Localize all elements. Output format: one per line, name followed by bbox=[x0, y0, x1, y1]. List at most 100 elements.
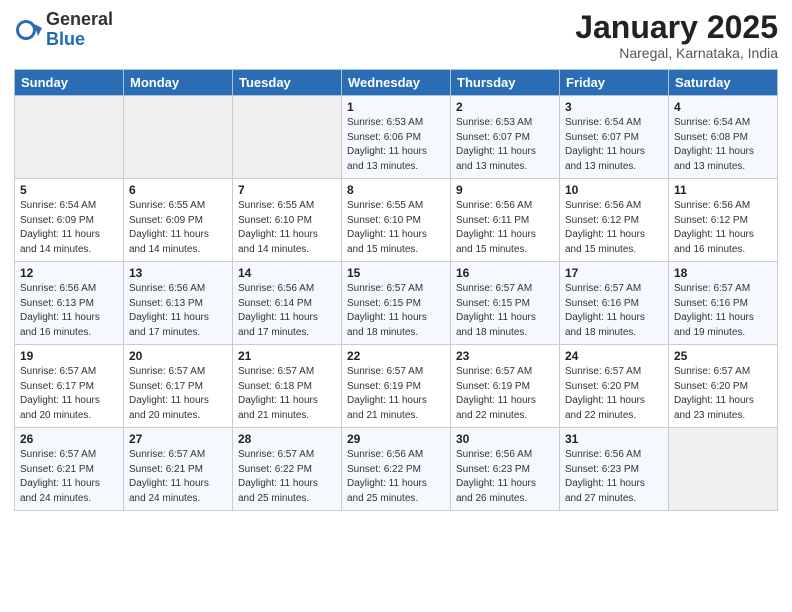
day-number: 11 bbox=[674, 183, 772, 197]
day-info: Sunrise: 6:57 AMSunset: 6:17 PMDaylight:… bbox=[129, 365, 227, 423]
day-info: Sunrise: 6:57 AMSunset: 6:18 PMDaylight:… bbox=[238, 365, 336, 423]
day-info: Sunrise: 6:55 AMSunset: 6:10 PMDaylight:… bbox=[347, 199, 445, 257]
calendar-cell: 16 Sunrise: 6:57 AMSunset: 6:15 PMDayligh… bbox=[451, 262, 560, 345]
calendar-cell: 10Sunrise: 6:56 AMSunset: 6:12 PMDayligh… bbox=[560, 179, 669, 262]
col-sunday: Sunday bbox=[15, 70, 124, 96]
day-number: 9 bbox=[456, 183, 554, 197]
day-number: 18 bbox=[674, 266, 772, 280]
day-info: Sunrise: 6:54 AMSunset: 6:08 PMDaylight:… bbox=[674, 116, 772, 174]
logo-text: General Blue bbox=[46, 10, 113, 50]
calendar-cell: 13 Sunrise: 6:56 AMSunset: 6:13 PMDayligh… bbox=[124, 262, 233, 345]
calendar-cell: 20 Sunrise: 6:57 AMSunset: 6:17 PMDayligh… bbox=[124, 345, 233, 428]
day-number: 8 bbox=[347, 183, 445, 197]
calendar-cell: 24 Sunrise: 6:57 AMSunset: 6:20 PMDayligh… bbox=[560, 345, 669, 428]
day-info: Sunrise: 6:55 AMSunset: 6:09 PMDaylight:… bbox=[129, 199, 227, 257]
day-number: 5 bbox=[20, 183, 118, 197]
calendar-week-3: 12 Sunrise: 6:56 AMSunset: 6:13 PMDayligh… bbox=[15, 262, 778, 345]
col-tuesday: Tuesday bbox=[233, 70, 342, 96]
calendar-cell: 1 Sunrise: 6:53 AMSunset: 6:06 PMDaylight… bbox=[342, 96, 451, 179]
location-subtitle: Naregal, Karnataka, India bbox=[575, 45, 778, 61]
day-number: 30 bbox=[456, 432, 554, 446]
day-info: Sunrise: 6:57 AMSunset: 6:20 PMDaylight:… bbox=[674, 365, 772, 423]
day-info: Sunrise: 6:57 AMSunset: 6:20 PMDaylight:… bbox=[565, 365, 663, 423]
logo: General Blue bbox=[14, 10, 113, 50]
page: General Blue January 2025 Naregal, Karna… bbox=[0, 0, 792, 612]
calendar-cell bbox=[233, 96, 342, 179]
calendar-week-5: 26 Sunrise: 6:57 AMSunset: 6:21 PMDayligh… bbox=[15, 428, 778, 511]
calendar-cell: 29Sunrise: 6:56 AMSunset: 6:22 PMDayligh… bbox=[342, 428, 451, 511]
logo-general: General bbox=[46, 10, 113, 30]
day-info: Sunrise: 6:57 AMSunset: 6:21 PMDaylight:… bbox=[20, 448, 118, 506]
day-info: Sunrise: 6:54 AMSunset: 6:09 PMDaylight:… bbox=[20, 199, 118, 257]
day-number: 16 bbox=[456, 266, 554, 280]
day-number: 31 bbox=[565, 432, 663, 446]
calendar-cell: 2Sunrise: 6:53 AMSunset: 6:07 PMDaylight… bbox=[451, 96, 560, 179]
day-info: Sunrise: 6:53 AMSunset: 6:07 PMDaylight:… bbox=[456, 116, 554, 174]
col-saturday: Saturday bbox=[669, 70, 778, 96]
calendar-cell: 23Sunrise: 6:57 AMSunset: 6:19 PMDayligh… bbox=[451, 345, 560, 428]
calendar-cell: 17Sunrise: 6:57 AMSunset: 6:16 PMDayligh… bbox=[560, 262, 669, 345]
day-number: 25 bbox=[674, 349, 772, 363]
day-info: Sunrise: 6:56 AMSunset: 6:12 PMDaylight:… bbox=[674, 199, 772, 257]
day-number: 17 bbox=[565, 266, 663, 280]
day-number: 21 bbox=[238, 349, 336, 363]
calendar-cell: 8 Sunrise: 6:55 AMSunset: 6:10 PMDaylight… bbox=[342, 179, 451, 262]
day-number: 4 bbox=[674, 100, 772, 114]
header: General Blue January 2025 Naregal, Karna… bbox=[14, 10, 778, 61]
calendar-week-4: 19Sunrise: 6:57 AMSunset: 6:17 PMDayligh… bbox=[15, 345, 778, 428]
day-number: 14 bbox=[238, 266, 336, 280]
day-info: Sunrise: 6:57 AMSunset: 6:15 PMDaylight:… bbox=[347, 282, 445, 340]
calendar-cell: 30 Sunrise: 6:56 AMSunset: 6:23 PMDayligh… bbox=[451, 428, 560, 511]
day-info: Sunrise: 6:56 AMSunset: 6:23 PMDaylight:… bbox=[565, 448, 663, 506]
calendar-cell: 19Sunrise: 6:57 AMSunset: 6:17 PMDayligh… bbox=[15, 345, 124, 428]
day-info: Sunrise: 6:57 AMSunset: 6:17 PMDaylight:… bbox=[20, 365, 118, 423]
calendar-cell: 22Sunrise: 6:57 AMSunset: 6:19 PMDayligh… bbox=[342, 345, 451, 428]
logo-blue: Blue bbox=[46, 30, 113, 50]
day-info: Sunrise: 6:56 AMSunset: 6:13 PMDaylight:… bbox=[129, 282, 227, 340]
calendar-cell bbox=[124, 96, 233, 179]
day-number: 26 bbox=[20, 432, 118, 446]
day-info: Sunrise: 6:56 AMSunset: 6:22 PMDaylight:… bbox=[347, 448, 445, 506]
day-info: Sunrise: 6:56 AMSunset: 6:23 PMDaylight:… bbox=[456, 448, 554, 506]
day-info: Sunrise: 6:56 AMSunset: 6:14 PMDaylight:… bbox=[238, 282, 336, 340]
day-info: Sunrise: 6:57 AMSunset: 6:21 PMDaylight:… bbox=[129, 448, 227, 506]
calendar-table: Sunday Monday Tuesday Wednesday Thursday… bbox=[14, 69, 778, 511]
calendar-cell: 27 Sunrise: 6:57 AMSunset: 6:21 PMDayligh… bbox=[124, 428, 233, 511]
header-row: Sunday Monday Tuesday Wednesday Thursday… bbox=[15, 70, 778, 96]
day-number: 15 bbox=[347, 266, 445, 280]
logo-icon bbox=[14, 16, 42, 44]
calendar-cell: 11 Sunrise: 6:56 AMSunset: 6:12 PMDayligh… bbox=[669, 179, 778, 262]
day-number: 1 bbox=[347, 100, 445, 114]
calendar-cell: 26 Sunrise: 6:57 AMSunset: 6:21 PMDayligh… bbox=[15, 428, 124, 511]
calendar-header: Sunday Monday Tuesday Wednesday Thursday… bbox=[15, 70, 778, 96]
day-info: Sunrise: 6:57 AMSunset: 6:19 PMDaylight:… bbox=[347, 365, 445, 423]
calendar-cell: 6 Sunrise: 6:55 AMSunset: 6:09 PMDaylight… bbox=[124, 179, 233, 262]
col-monday: Monday bbox=[124, 70, 233, 96]
day-info: Sunrise: 6:56 AMSunset: 6:13 PMDaylight:… bbox=[20, 282, 118, 340]
day-number: 6 bbox=[129, 183, 227, 197]
calendar-body: 1 Sunrise: 6:53 AMSunset: 6:06 PMDaylight… bbox=[15, 96, 778, 511]
calendar-cell: 14 Sunrise: 6:56 AMSunset: 6:14 PMDayligh… bbox=[233, 262, 342, 345]
calendar-cell: 4 Sunrise: 6:54 AMSunset: 6:08 PMDaylight… bbox=[669, 96, 778, 179]
calendar-cell bbox=[669, 428, 778, 511]
day-number: 24 bbox=[565, 349, 663, 363]
day-number: 12 bbox=[20, 266, 118, 280]
col-friday: Friday bbox=[560, 70, 669, 96]
calendar-week-2: 5 Sunrise: 6:54 AMSunset: 6:09 PMDaylight… bbox=[15, 179, 778, 262]
day-info: Sunrise: 6:53 AMSunset: 6:06 PMDaylight:… bbox=[347, 116, 445, 174]
day-info: Sunrise: 6:57 AMSunset: 6:19 PMDaylight:… bbox=[456, 365, 554, 423]
calendar-cell: 18Sunrise: 6:57 AMSunset: 6:16 PMDayligh… bbox=[669, 262, 778, 345]
day-info: Sunrise: 6:56 AMSunset: 6:12 PMDaylight:… bbox=[565, 199, 663, 257]
col-wednesday: Wednesday bbox=[342, 70, 451, 96]
day-number: 3 bbox=[565, 100, 663, 114]
day-info: Sunrise: 6:55 AMSunset: 6:10 PMDaylight:… bbox=[238, 199, 336, 257]
day-info: Sunrise: 6:54 AMSunset: 6:07 PMDaylight:… bbox=[565, 116, 663, 174]
day-number: 20 bbox=[129, 349, 227, 363]
title-area: January 2025 Naregal, Karnataka, India bbox=[575, 10, 778, 61]
day-number: 27 bbox=[129, 432, 227, 446]
calendar-cell bbox=[15, 96, 124, 179]
day-number: 13 bbox=[129, 266, 227, 280]
day-info: Sunrise: 6:57 AMSunset: 6:15 PMDaylight:… bbox=[456, 282, 554, 340]
calendar-cell: 3 Sunrise: 6:54 AMSunset: 6:07 PMDaylight… bbox=[560, 96, 669, 179]
calendar-cell: 5 Sunrise: 6:54 AMSunset: 6:09 PMDaylight… bbox=[15, 179, 124, 262]
